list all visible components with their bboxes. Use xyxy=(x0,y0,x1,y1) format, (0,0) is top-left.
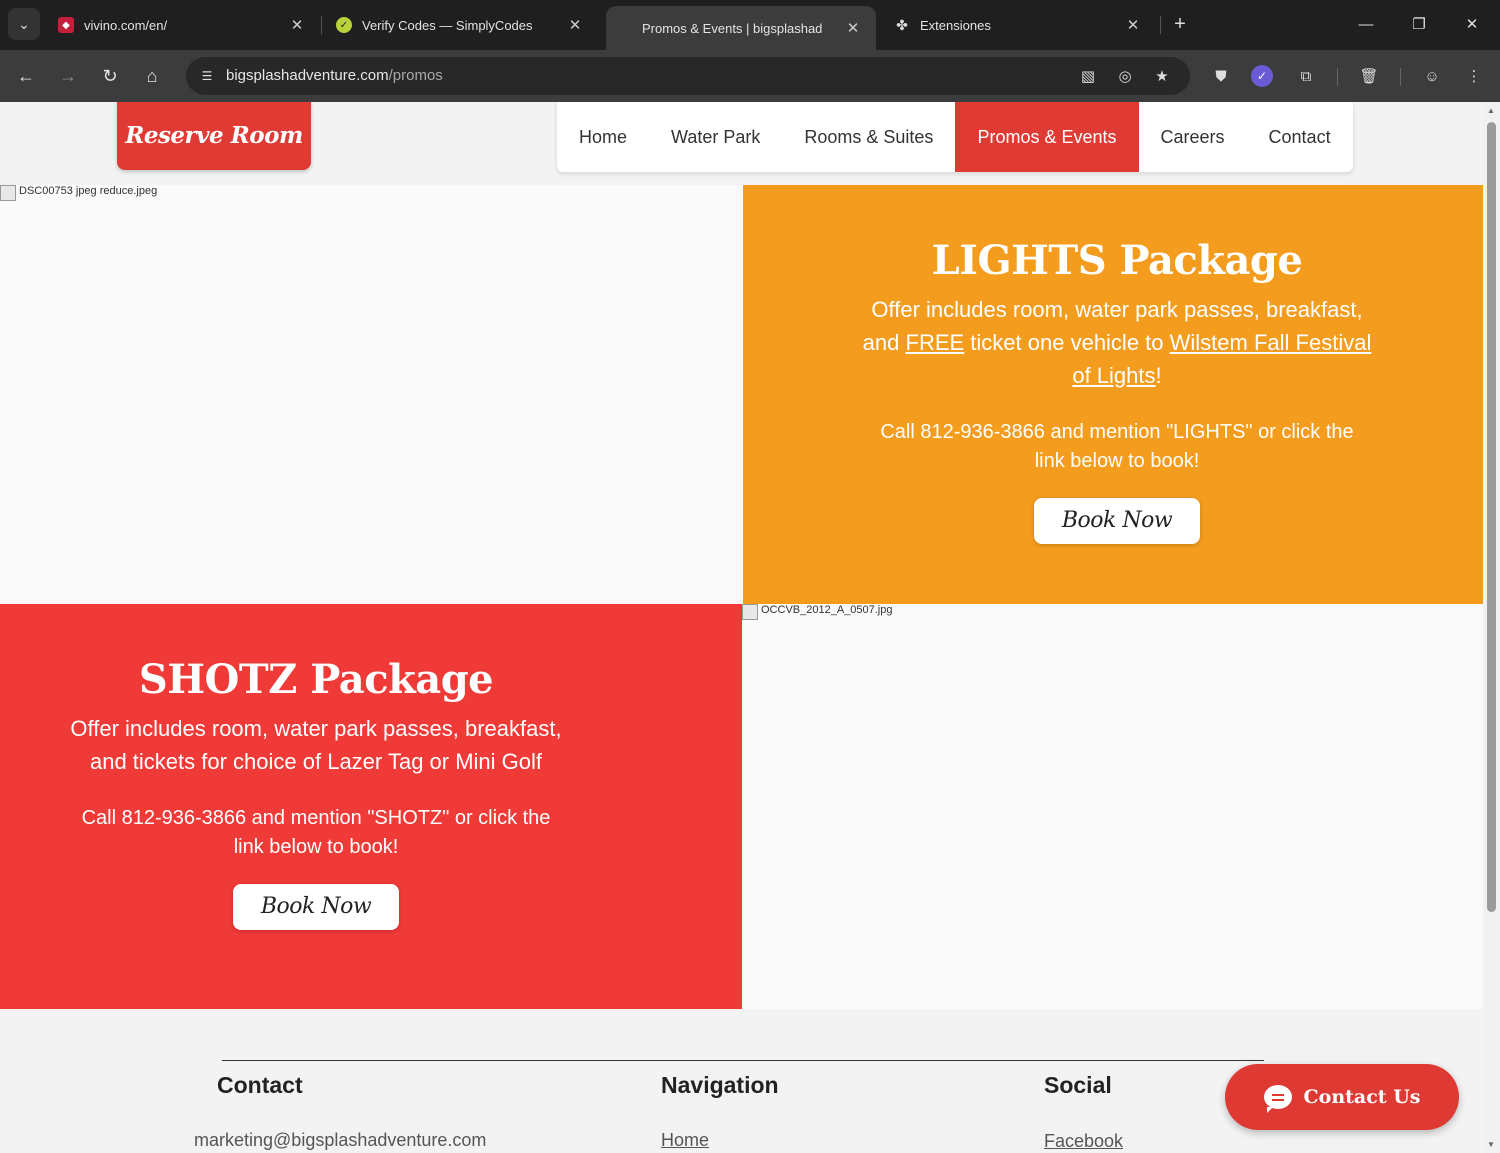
nav-home[interactable]: Home xyxy=(557,102,649,172)
home-icon: ⌂ xyxy=(146,65,158,86)
back-button[interactable]: ← xyxy=(10,60,42,92)
tab-search-button[interactable]: ⌄ xyxy=(8,8,40,40)
browser-tab-bar: ⌄ ◆ vivino.com/en/ ✕ ✓ Verify Codes — Si… xyxy=(0,0,1500,50)
scrollbar-thumb[interactable] xyxy=(1487,122,1496,912)
arrow-left-icon: ← xyxy=(17,65,35,86)
image-alt-text: OCCVB_2012_A_0507.jpg xyxy=(761,604,893,616)
nav-promos-events[interactable]: Promos & Events xyxy=(955,102,1139,172)
menu-dots-icon[interactable]: ⋮ xyxy=(1461,63,1487,89)
browser-toolbar: ← → ↻ ⌂ ☰ bigsplashadventure.com/promos … xyxy=(0,50,1500,102)
toolbar-divider xyxy=(1337,68,1338,86)
footer-navigation-title: Navigation xyxy=(661,1072,779,1098)
vivino-favicon-icon: ◆ xyxy=(58,17,74,33)
shotz-package-panel: SHOTZ Package Offer includes room, water… xyxy=(0,604,742,1009)
arrow-right-icon: → xyxy=(59,65,77,86)
shotz-call-text: Call 812-936-3866 and mention "SHOTZ" or… xyxy=(81,807,551,858)
tab-vivino[interactable]: ◆ vivino.com/en/ ✕ xyxy=(44,6,320,44)
check-extension-icon[interactable]: ✓ xyxy=(1251,65,1273,87)
close-icon[interactable]: ✕ xyxy=(844,19,862,37)
url-text[interactable]: bigsplashadventure.com/promos xyxy=(226,67,443,84)
contact-us-label: Contact Us xyxy=(1303,1086,1421,1108)
site-header: Reserve Room Home Water Park Rooms & Sui… xyxy=(0,102,1483,180)
lights-package-panel: LIGHTS Package Offer includes room, wate… xyxy=(743,185,1483,604)
lights-package-description: Offer includes room, water park passes, … xyxy=(803,293,1431,392)
shotz-book-now-button[interactable]: Book Now xyxy=(233,884,399,930)
forward-button[interactable]: → xyxy=(52,60,84,92)
footer-contact-email[interactable]: marketing@bigsplashadventure.com xyxy=(194,1130,486,1151)
tab-title: Promos & Events | bigsplashad xyxy=(642,20,823,36)
tab-title: Verify Codes — SimplyCodes xyxy=(362,17,533,33)
plus-icon: + xyxy=(1174,12,1186,35)
nav-careers[interactable]: Careers xyxy=(1139,102,1247,172)
simplycodes-favicon-icon: ✓ xyxy=(336,17,352,33)
puzzle-icon: ✤ xyxy=(896,16,908,33)
nav-rooms-suites[interactable]: Rooms & Suites xyxy=(782,102,955,172)
shield-extension-icon[interactable]: ⛊ xyxy=(1208,63,1234,89)
url-host: bigsplashadventure.com xyxy=(226,67,389,84)
nav-water-park[interactable]: Water Park xyxy=(649,102,782,172)
address-bar[interactable]: ☰ bigsplashadventure.com/promos ▧ ◎ ★ xyxy=(186,57,1190,95)
desc-text: ticket one vehicle to xyxy=(964,330,1170,355)
tab-extensiones[interactable]: ✤ Extensiones ✕ xyxy=(880,6,1156,44)
image-alt-text: DSC00753 jpeg reduce.jpeg xyxy=(19,185,158,197)
site-settings-icon[interactable]: ☰ xyxy=(194,63,220,89)
footer-contact-title: Contact xyxy=(217,1072,303,1098)
reload-icon: ↻ xyxy=(102,65,118,86)
shotz-package-title: SHOTZ Package xyxy=(138,656,494,703)
lights-image-panel: DSC00753 jpeg reduce.jpeg xyxy=(0,185,743,604)
lights-package-content: LIGHTS Package Offer includes room, wate… xyxy=(803,237,1431,544)
broken-image-icon xyxy=(742,604,758,620)
extensions-puzzle-icon[interactable]: ⧉ xyxy=(1293,63,1319,89)
toolbar-divider xyxy=(1400,68,1401,86)
bookmark-star-icon[interactable]: ★ xyxy=(1150,64,1174,88)
trash-icon[interactable]: 🗑 xyxy=(1356,63,1382,89)
close-icon[interactable]: ✕ xyxy=(566,16,584,34)
tab-simplycodes[interactable]: ✓ Verify Codes — SimplyCodes ✕ xyxy=(322,6,598,44)
lights-package-title: LIGHTS Package xyxy=(931,237,1303,284)
free-link[interactable]: FREE xyxy=(906,330,965,355)
url-path: /promos xyxy=(388,67,443,84)
tab-title: Extensiones xyxy=(920,17,991,33)
restore-button[interactable]: ❐ xyxy=(1399,8,1439,40)
desc-text: ! xyxy=(1155,363,1162,388)
shotz-package-description: Offer includes room, water park passes, … xyxy=(70,716,562,774)
close-window-button[interactable]: ✕ xyxy=(1452,8,1492,40)
cast-icon[interactable]: ▧ xyxy=(1076,64,1100,88)
reload-button[interactable]: ↻ xyxy=(94,60,126,92)
footer-nav-home-link[interactable]: Home xyxy=(661,1130,709,1151)
main-nav: Home Water Park Rooms & Suites Promos & … xyxy=(557,102,1353,172)
scroll-down-icon[interactable]: ▼ xyxy=(1487,1140,1495,1149)
lights-book-now-button[interactable]: Book Now xyxy=(1034,498,1200,544)
shotz-package-content: SHOTZ Package Offer includes room, water… xyxy=(58,656,574,930)
footer-social-title: Social xyxy=(1044,1072,1112,1098)
tab-divider xyxy=(1160,16,1161,34)
minimize-icon: — xyxy=(1358,15,1374,33)
nav-contact[interactable]: Contact xyxy=(1247,102,1353,172)
lights-call-text: Call 812-936-3866 and mention "LIGHTS" o… xyxy=(880,421,1354,472)
close-icon[interactable]: ✕ xyxy=(288,16,306,34)
minimize-button[interactable]: — xyxy=(1346,8,1386,40)
broken-image: OCCVB_2012_A_0507.jpg xyxy=(742,604,892,620)
close-icon: ✕ xyxy=(1465,16,1479,33)
chat-bubble-icon xyxy=(1263,1085,1292,1113)
home-button[interactable]: ⌂ xyxy=(136,60,168,92)
broken-image: DSC00753 jpeg reduce.jpeg xyxy=(0,185,157,201)
close-icon[interactable]: ✕ xyxy=(1124,16,1142,34)
page-scrollbar[interactable]: ▲ ▼ xyxy=(1483,102,1500,1153)
eye-off-icon[interactable]: ◎ xyxy=(1113,64,1137,88)
footer-facebook-link[interactable]: Facebook xyxy=(1044,1131,1123,1152)
profile-icon[interactable]: ☺ xyxy=(1419,63,1445,89)
broken-image-icon xyxy=(0,185,16,201)
tab-title: vivino.com/en/ xyxy=(84,17,168,33)
footer-divider xyxy=(222,1060,1264,1061)
contact-us-button[interactable]: Contact Us xyxy=(1225,1064,1459,1130)
shotz-image-panel: OCCVB_2012_A_0507.jpg xyxy=(742,604,1483,1009)
tab-promos-events[interactable]: Promos & Events | bigsplashad ✕ xyxy=(606,6,876,50)
restore-icon: ❐ xyxy=(1412,16,1426,33)
new-tab-button[interactable]: + xyxy=(1167,10,1193,38)
reserve-room-button[interactable]: Reserve Room xyxy=(117,102,311,170)
scroll-up-icon[interactable]: ▲ xyxy=(1487,106,1495,115)
chevron-down-icon: ⌄ xyxy=(18,15,30,32)
page-viewport: Reserve Room Home Water Park Rooms & Sui… xyxy=(0,102,1483,1153)
